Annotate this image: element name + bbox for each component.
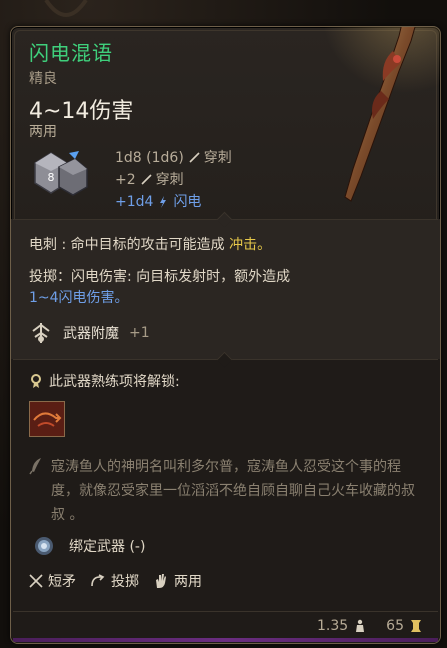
tag-thrown: 投掷 [90, 571, 139, 591]
spear-icon [29, 574, 43, 588]
tooltip-footer: 1.35 65 [13, 611, 438, 642]
weight-icon [356, 619, 365, 632]
damage-row-formula: +1d4 [115, 194, 154, 210]
damage-row-type: 穿刺 [203, 150, 232, 166]
dice-icon: 8 [34, 151, 88, 196]
enchantment-label: 武器附魔 [63, 326, 119, 342]
item-header: 闪电混语 精良 [29, 37, 113, 88]
item-rarity: 精良 [29, 71, 57, 87]
pierce-icon [141, 174, 152, 185]
damage-row-type: 闪电 [173, 194, 202, 210]
svg-text:8: 8 [48, 171, 55, 184]
damage-breakdown: 1d8 (1d6) 穿刺 +2 穿刺 +1d4 闪电 [115, 147, 232, 213]
tag-label: 两用 [174, 574, 202, 590]
enchantment-value: +1 [129, 325, 150, 341]
bind-weapon-icon [35, 537, 53, 555]
item-stats: 1.35 65 [317, 618, 422, 634]
property-label: 投掷： [29, 269, 71, 285]
enchantment-icon [32, 323, 50, 343]
quill-icon [29, 458, 41, 475]
item-lore: 寇涛鱼人的神明名叫利多尔普，寇涛鱼人忍受这个事的程度，就像忍受家里一位滔滔不绝自… [51, 459, 415, 523]
item-price: 65 [386, 618, 404, 634]
gold-icon [411, 620, 421, 632]
proficiency-skill-icon[interactable] [29, 401, 65, 437]
throw-icon [91, 574, 105, 587]
proficiency-unlock: 此武器熟练项将解锁: [29, 371, 180, 391]
damage-row-bonus: +2 穿刺 [115, 169, 232, 191]
lightning-icon [160, 196, 167, 208]
weapon-tags: 短矛 投掷 两用 [29, 571, 202, 591]
weapon-action-icon [30, 402, 64, 436]
damage-row-lightning: +1d4 闪电 [115, 191, 232, 213]
property-electrocute: 电刺 : 命中目标的攻击可能造成 冲击。 [29, 235, 271, 256]
proficiency-icon [31, 374, 41, 388]
weapon-image [321, 27, 440, 202]
property-label: 电刺 : [29, 237, 71, 253]
item-weight: 1.35 [317, 618, 349, 634]
bind-weapon: 绑定武器 (-) [33, 535, 145, 557]
bind-weapon-label: 绑定武器 (-) [69, 539, 146, 555]
property-text: 命中目标的攻击可能造成 [70, 237, 230, 253]
damage-row-base: 1d8 (1d6) 穿刺 [115, 147, 232, 169]
weapon-enchantment: 武器附魔 +1 [29, 321, 150, 345]
property-effect-link[interactable]: 冲击。 [229, 237, 271, 253]
damage-row-type: 穿刺 [155, 172, 184, 188]
tag-label: 短矛 [48, 574, 76, 590]
tag-versatile: 两用 [153, 571, 202, 591]
proficiency-unlock-text: 此武器熟练项将解锁: [49, 374, 180, 390]
pierce-icon [189, 152, 200, 163]
item-name: 闪电混语 [29, 41, 113, 65]
item-tooltip: 闪电混语 精良 4~14伤害 两用 8 1d8 (1d6) 穿刺 +2 穿刺 +… [10, 26, 441, 644]
property-damage: 1~4闪电伤害。 [29, 290, 129, 306]
property-throw: 投掷：闪电伤害: 向目标发射时，额外造成 1~4闪电伤害。 [29, 267, 409, 309]
damage-row-formula: 1d8 (1d6) [115, 150, 184, 166]
tag-spear: 短矛 [29, 571, 76, 591]
tag-label: 投掷 [111, 574, 139, 590]
rarity-bar [13, 638, 438, 642]
damage-row-formula: +2 [115, 172, 136, 188]
handedness: 两用 [29, 124, 57, 140]
property-text: 闪电伤害: 向目标发射时，额外造成 [71, 269, 291, 285]
hand-icon [156, 574, 166, 588]
